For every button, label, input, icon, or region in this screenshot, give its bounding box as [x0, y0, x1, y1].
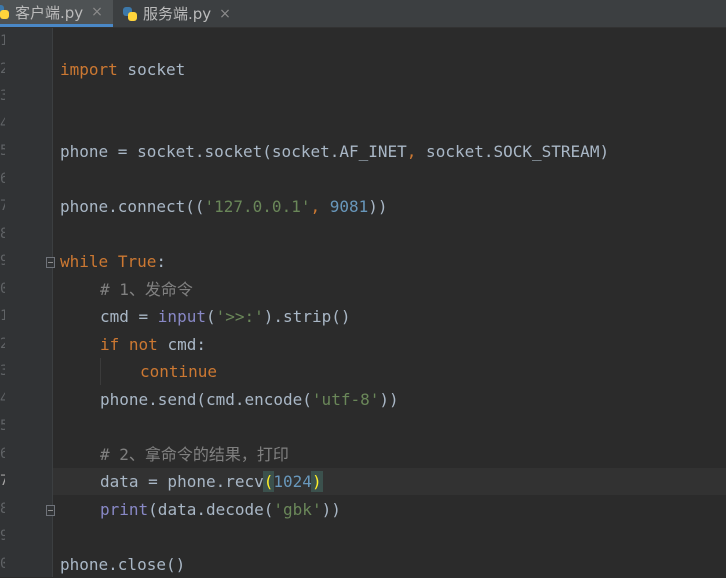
- fold-end-icon[interactable]: [46, 505, 55, 516]
- builtin-function: input: [157, 307, 206, 326]
- code-line[interactable]: # 1、发命令: [100, 276, 193, 303]
- code-line[interactable]: # 2、拿命令的结果，打印: [100, 441, 289, 468]
- editor-tab-bar: 客户端.py × 服务端.py ×: [0, 0, 726, 28]
- line-number-gutter: [0, 28, 52, 577]
- code-text: :: [156, 252, 166, 271]
- code-line-current[interactable]: data = phone.recv(1024): [100, 468, 323, 495]
- line-number: 8: [0, 501, 5, 517]
- code-text: cmd =: [100, 307, 158, 326]
- code-text: data = phone.recv: [100, 472, 264, 491]
- python-file-icon: [0, 4, 10, 20]
- line-number: 2: [0, 336, 5, 352]
- number-literal: 1024: [273, 472, 312, 491]
- close-icon[interactable]: ×: [91, 4, 103, 20]
- keyword: import: [60, 60, 118, 79]
- builtin-function: print: [100, 500, 149, 519]
- line-number: 0: [0, 281, 5, 297]
- code-text: )): [321, 500, 341, 519]
- line-number: 6: [0, 171, 5, 187]
- code-line[interactable]: import socket: [60, 56, 185, 83]
- code-text: )): [379, 390, 399, 409]
- code-line[interactable]: phone = socket.socket(socket.AF_INET, so…: [60, 138, 609, 165]
- line-number: 8: [0, 226, 5, 242]
- code-line[interactable]: print(data.decode('gbk')): [100, 496, 341, 523]
- matched-paren: (: [262, 471, 275, 492]
- keyword: if: [100, 335, 120, 354]
- line-number: 2: [0, 61, 5, 77]
- python-file-icon: [122, 6, 138, 22]
- line-number: 4: [0, 391, 5, 407]
- code-line[interactable]: phone.send(cmd.encode('utf-8')): [100, 386, 399, 413]
- code-text: socket: [117, 60, 186, 79]
- line-number: 9: [0, 528, 5, 544]
- code-text: cmd:: [157, 335, 206, 354]
- code-text: phone.connect((: [60, 197, 205, 216]
- code-text: phone.close(): [60, 555, 186, 574]
- matched-paren: ): [310, 471, 323, 492]
- line-number: 3: [0, 88, 5, 104]
- line-number: 9: [0, 253, 5, 269]
- indent-guide: [100, 358, 101, 385]
- code-text: ).strip(): [263, 307, 351, 326]
- line-number: 1: [0, 308, 5, 324]
- code-text: (data.decode(: [148, 500, 274, 519]
- code-line[interactable]: while True:: [60, 248, 166, 275]
- line-number: 3: [0, 363, 5, 379]
- keyword: not: [128, 335, 158, 354]
- line-number: 4: [0, 116, 5, 132]
- code-text: phone = socket.socket(socket.AF_INET: [60, 142, 407, 161]
- string-literal: 'utf-8': [311, 390, 380, 409]
- line-number: 6: [0, 446, 5, 462]
- tab-client[interactable]: 客户端.py ×: [0, 0, 113, 27]
- line-number: 0: [0, 556, 5, 572]
- comma: ,: [310, 197, 321, 216]
- keyword: True: [117, 252, 157, 271]
- string-literal: '127.0.0.1': [204, 197, 311, 216]
- gutter-divider: [52, 28, 53, 577]
- close-icon[interactable]: ×: [219, 6, 231, 22]
- keyword: while: [60, 252, 109, 271]
- line-number: 1: [0, 33, 5, 49]
- tab-label: 服务端.py: [143, 5, 212, 23]
- string-literal: 'gbk': [273, 500, 322, 519]
- code-text: (: [205, 307, 216, 326]
- keyword: continue: [140, 362, 218, 381]
- line-number: 7: [0, 198, 5, 214]
- tab-server[interactable]: 服务端.py ×: [122, 0, 231, 27]
- fold-collapse-icon[interactable]: [46, 257, 55, 268]
- line-number: 7: [0, 473, 5, 489]
- code-text: phone.send(cmd.encode(: [100, 390, 312, 409]
- line-number: 5: [0, 143, 5, 159]
- line-number: 5: [0, 418, 5, 434]
- string-literal: '>>:': [215, 307, 264, 326]
- comment: # 2、拿命令的结果，打印: [100, 445, 289, 464]
- code-line[interactable]: phone.connect(('127.0.0.1', 9081)): [60, 193, 388, 220]
- code-editor[interactable]: 1 2 3 4 5 6 7 8 9 0 1 2 3 4 5 6 7 8 9 0 …: [0, 28, 726, 577]
- tab-label: 客户端.py: [15, 3, 84, 22]
- comma: ,: [406, 142, 417, 161]
- number-literal: 9081: [329, 197, 369, 216]
- code-line[interactable]: if not cmd:: [100, 331, 206, 358]
- code-text: socket.SOCK_STREAM): [416, 142, 610, 161]
- comment: # 1、发命令: [100, 280, 193, 299]
- code-line[interactable]: cmd = input('>>:').strip(): [100, 303, 350, 330]
- code-line[interactable]: phone.close(): [60, 551, 185, 578]
- code-text: )): [368, 197, 388, 216]
- code-line[interactable]: continue: [140, 358, 217, 385]
